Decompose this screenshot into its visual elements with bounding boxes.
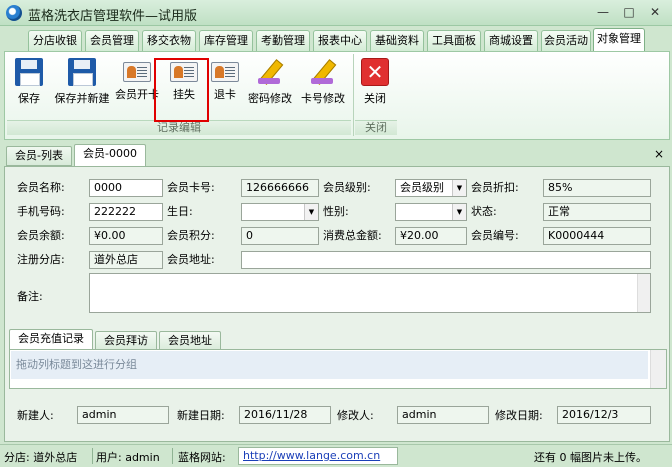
minimize-button[interactable]: — <box>592 3 614 21</box>
chevron-down-icon[interactable]: ▼ <box>304 204 318 220</box>
group-divider <box>353 54 354 136</box>
tab-mall-settings[interactable]: 商城设置 <box>484 30 538 51</box>
change-card-number-button[interactable]: 卡号修改 <box>297 56 349 114</box>
save-button[interactable]: 保存 <box>9 56 49 114</box>
chevron-down-icon[interactable]: ▼ <box>452 180 466 196</box>
status-branch: 分店: 道外总店 <box>4 451 78 464</box>
modifier-field[interactable]: admin <box>397 406 489 424</box>
member-card-icon <box>123 62 151 82</box>
title-bar: 蓝格洗衣店管理软件—试用版 — □ ✕ <box>0 0 672 26</box>
tab-recharge-records[interactable]: 会员充值记录 <box>9 329 93 350</box>
label-balance: 会员余额: <box>17 229 65 242</box>
address-field[interactable] <box>241 251 651 269</box>
label-level: 会员级别: <box>323 181 371 194</box>
gender-select[interactable]: ▼ <box>395 203 467 221</box>
tab-member-visits[interactable]: 会员拜访 <box>95 331 157 350</box>
group-label-record-edit: 记录编辑 <box>7 120 351 135</box>
remark-textarea[interactable] <box>89 273 651 313</box>
tab-object-management[interactable]: 对象管理 <box>593 28 645 52</box>
points-field[interactable]: 0 <box>241 227 319 245</box>
label-card-no: 会员卡号: <box>167 181 215 194</box>
status-divider <box>92 448 93 464</box>
card-number-field[interactable]: 126666666 <box>241 179 319 197</box>
tab-basic-data[interactable]: 基础资料 <box>370 30 424 51</box>
highlight-box <box>154 58 209 122</box>
recharge-grid: 拖动列标题到这进行分组 <box>9 349 667 389</box>
tab-attendance[interactable]: 考勤管理 <box>256 30 310 51</box>
tab-inventory[interactable]: 库存管理 <box>199 30 253 51</box>
save-icon <box>15 58 43 86</box>
save-and-new-button[interactable]: 保存并新建 <box>51 56 113 114</box>
label-created-date: 新建日期: <box>177 409 225 422</box>
label-gender: 性别: <box>323 205 349 218</box>
level-select[interactable]: 会员级别 ▼ <box>395 179 467 197</box>
created-date-field[interactable]: 2016/11/28 <box>239 406 331 424</box>
return-card-button[interactable]: 退卡 <box>207 56 243 114</box>
label-modifier: 修改人: <box>337 409 374 422</box>
label-modified-date: 修改日期: <box>495 409 543 422</box>
phone-field[interactable]: 222222 <box>89 203 163 221</box>
status-user: 用户: admin <box>96 451 160 464</box>
grid-scrollbar[interactable] <box>650 350 666 388</box>
website-link[interactable]: http://www.lange.com.cn <box>238 447 398 465</box>
discount-field[interactable]: 85% <box>543 179 651 197</box>
group-label-close: 关闭 <box>355 120 397 135</box>
doc-tab-member-0000[interactable]: 会员-0000 <box>74 144 146 166</box>
window-title: 蓝格洗衣店管理软件—试用版 <box>28 9 198 24</box>
member-name-field[interactable]: 0000 <box>89 179 163 197</box>
close-x-icon: ✕ <box>361 58 389 86</box>
status-divider <box>172 448 173 464</box>
label-discount: 会员折扣: <box>471 181 519 194</box>
label-branch: 注册分店: <box>17 253 65 266</box>
close-doc-icon[interactable]: × <box>654 147 664 161</box>
modified-date-field[interactable]: 2016/12/3 <box>557 406 651 424</box>
level-value: 会员级别 <box>400 181 444 194</box>
birthday-picker[interactable]: ▼ <box>241 203 319 221</box>
label-phone: 手机号码: <box>17 205 65 218</box>
total-spent-field[interactable]: ¥20.00 <box>395 227 467 245</box>
return-card-icon <box>211 62 239 82</box>
member-detail-panel: 会员名称: 0000 会员卡号: 126666666 会员级别: 会员级别 ▼ … <box>4 166 670 442</box>
doc-tab-member-list[interactable]: 会员-列表 <box>6 146 72 166</box>
label-member-name: 会员名称: <box>17 181 65 194</box>
tab-transfer-clothes[interactable]: 移交衣物 <box>142 30 196 51</box>
label-creator: 新建人: <box>17 409 54 422</box>
status-website-label: 蓝格网站: <box>178 451 226 464</box>
label-total-spent: 消费总金额: <box>323 229 382 242</box>
tab-tools-panel[interactable]: 工具面板 <box>427 30 481 51</box>
ribbon-toolbar: 保存 保存并新建 会员开卡 挂失 退卡 密码修改 卡号修改 ✕ 关闭 记录编辑 … <box>4 51 670 140</box>
tab-branch-checkout[interactable]: 分店收银 <box>28 30 82 51</box>
member-id-field[interactable]: K0000444 <box>543 227 651 245</box>
creator-field[interactable]: admin <box>77 406 169 424</box>
balance-field[interactable]: ¥0.00 <box>89 227 163 245</box>
save-new-icon <box>68 58 96 86</box>
close-button[interactable]: ✕ 关闭 <box>357 56 393 114</box>
menu-tab-bar: 分店收银 会员管理 移交衣物 库存管理 考勤管理 报表中心 基础资料 工具面板 … <box>0 27 672 52</box>
remark-scrollbar[interactable] <box>637 274 650 312</box>
document-tabs: 会员-列表 会员-0000 × <box>4 144 670 166</box>
label-remark: 备注: <box>17 290 43 303</box>
close-window-button[interactable]: ✕ <box>644 3 666 21</box>
status-pending-uploads: 还有 0 幅图片未上传。 <box>534 451 647 464</box>
label-member-id: 会员编号: <box>471 229 519 242</box>
status-field[interactable]: 正常 <box>543 203 651 221</box>
edit-pencil-icon <box>256 58 284 86</box>
tab-member-addresses[interactable]: 会员地址 <box>159 331 221 350</box>
edit-pencil-icon <box>309 58 337 86</box>
chevron-down-icon[interactable]: ▼ <box>452 204 466 220</box>
group-by-hint[interactable]: 拖动列标题到这进行分组 <box>11 351 648 379</box>
tab-report-center[interactable]: 报表中心 <box>313 30 367 51</box>
status-bar: 分店: 道外总店 用户: admin 蓝格网站: http://www.lang… <box>0 444 672 467</box>
branch-field[interactable]: 道外总店 <box>89 251 163 269</box>
label-points: 会员积分: <box>167 229 215 242</box>
change-password-button[interactable]: 密码修改 <box>245 56 295 114</box>
tab-member-activities[interactable]: 会员活动 <box>541 30 591 51</box>
tab-member-management[interactable]: 会员管理 <box>85 30 139 51</box>
label-status: 状态: <box>471 205 497 218</box>
app-icon <box>6 5 22 21</box>
label-address: 会员地址: <box>167 253 215 266</box>
maximize-button[interactable]: □ <box>618 3 640 21</box>
label-birthday: 生日: <box>167 205 193 218</box>
